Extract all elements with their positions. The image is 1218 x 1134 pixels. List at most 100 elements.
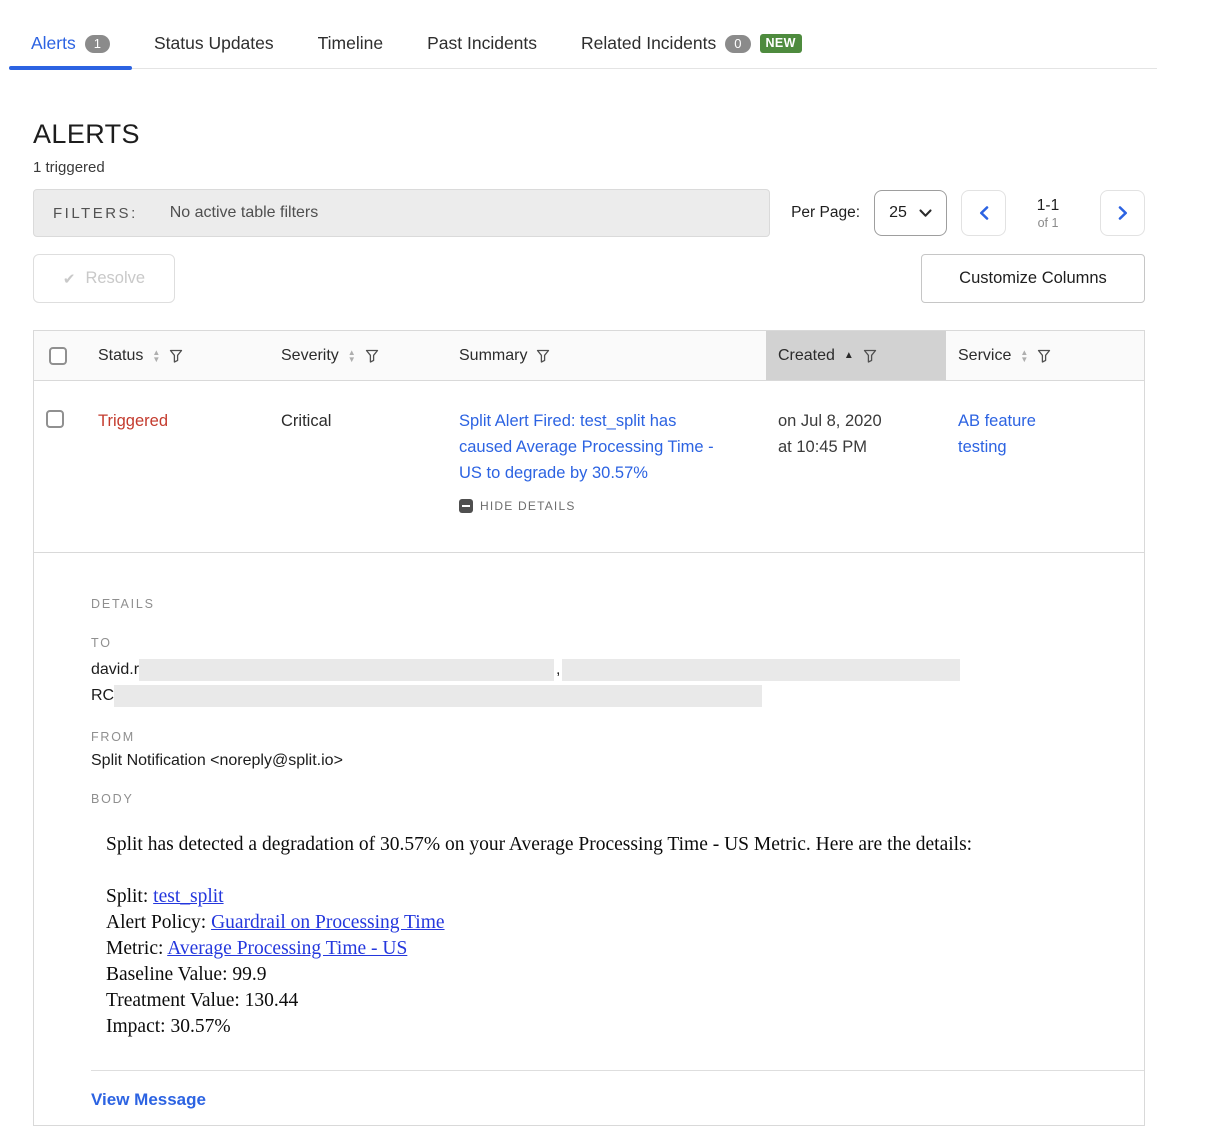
email-field-treatment: Treatment Value: 130.44 <box>106 988 1136 1014</box>
sort-ascending-icon[interactable]: ▲ <box>844 351 854 361</box>
table-header-row: Status ▲▼ Severity ▲▼ Summary Created ▲ … <box>34 331 1144 381</box>
header-created-label: Created <box>778 347 835 365</box>
email-field-alert-policy: Alert Policy: Guardrail on Processing Ti… <box>106 910 1136 936</box>
customize-columns-button[interactable]: Customize Columns <box>921 254 1145 303</box>
email-field-baseline: Baseline Value: 99.9 <box>106 962 1136 988</box>
filter-icon[interactable] <box>365 349 379 363</box>
hide-details-toggle[interactable]: HIDE DETAILS <box>459 493 732 519</box>
new-feature-badge: NEW <box>760 34 802 53</box>
details-divider <box>91 1070 1144 1071</box>
resolve-button-label: Resolve <box>85 269 145 288</box>
recipient-separator: , <box>556 661 560 679</box>
to-recipient-prefix: david.r <box>91 661 139 679</box>
alert-policy-link[interactable]: Guardrail on Processing Time <box>211 912 444 933</box>
filters-label: FILTERS: <box>53 205 138 222</box>
details-section-label: DETAILS <box>91 597 1144 611</box>
prev-page-button[interactable] <box>961 190 1006 236</box>
row-checkbox[interactable] <box>46 410 64 428</box>
body-label: BODY <box>91 792 1144 806</box>
header-summary[interactable]: Summary <box>447 331 766 380</box>
header-service[interactable]: Service ▲▼ <box>946 331 1144 380</box>
alerts-count-badge: 1 <box>85 35 110 53</box>
email-fields: Split: test_split Alert Policy: Guardrai… <box>106 884 1136 1040</box>
page-range: 1-1 of 1 <box>1016 197 1080 230</box>
sort-icon[interactable]: ▲▼ <box>1020 349 1028 363</box>
to-label: TO <box>91 636 1144 650</box>
alerts-table: Status ▲▼ Severity ▲▼ Summary Created ▲ … <box>33 330 1145 1126</box>
tab-alerts-label: Alerts <box>31 33 76 54</box>
tab-related-incidents[interactable]: Related Incidents 0 NEW <box>559 27 824 68</box>
filters-bar[interactable]: FILTERS: No active table filters <box>33 189 770 237</box>
select-all-checkbox[interactable] <box>49 347 67 365</box>
severity-value: Critical <box>281 412 331 430</box>
tab-status-updates[interactable]: Status Updates <box>132 27 296 68</box>
sort-icon[interactable]: ▲▼ <box>152 349 160 363</box>
row-checkbox-cell <box>34 381 86 552</box>
tab-timeline[interactable]: Timeline <box>296 27 405 68</box>
to-recipients-line-1: david.r , <box>91 658 1144 682</box>
filter-icon[interactable] <box>863 349 877 363</box>
alert-summary-link[interactable]: Split Alert Fired: test_split has caused… <box>459 408 732 486</box>
header-summary-label: Summary <box>459 347 527 365</box>
header-status[interactable]: Status ▲▼ <box>86 331 269 380</box>
per-page-label: Per Page: <box>791 204 860 222</box>
tab-status-updates-label: Status Updates <box>154 33 274 54</box>
to-recipient-prefix: RC <box>91 687 114 705</box>
tab-past-incidents[interactable]: Past Incidents <box>405 27 559 68</box>
tab-alerts[interactable]: Alerts 1 <box>9 27 132 68</box>
sort-icon[interactable]: ▲▼ <box>348 349 356 363</box>
filters-status-text: No active table filters <box>170 204 319 222</box>
hide-details-label: HIDE DETAILS <box>480 493 576 519</box>
row-service-cell: AB feature testing <box>946 381 1144 552</box>
related-incidents-count-badge: 0 <box>725 35 750 53</box>
filter-icon[interactable] <box>169 349 183 363</box>
tab-timeline-label: Timeline <box>318 33 383 54</box>
from-label: FROM <box>91 730 1144 744</box>
incident-tabbar: Alerts 1 Status Updates Timeline Past In… <box>9 27 1157 69</box>
row-status-cell: Triggered <box>86 381 269 552</box>
tab-past-incidents-label: Past Incidents <box>427 33 537 54</box>
status-badge: Triggered <box>98 412 168 430</box>
filter-icon[interactable] <box>1037 349 1051 363</box>
impact-value: 30.57% <box>170 1016 230 1037</box>
service-link[interactable]: AB feature testing <box>958 412 1036 456</box>
email-field-metric: Metric: Average Processing Time - US <box>106 936 1136 962</box>
controls-row: FILTERS: No active table filters Per Pag… <box>33 189 1145 237</box>
header-created[interactable]: Created ▲ <box>766 331 946 380</box>
per-page-value: 25 <box>889 204 907 222</box>
chevron-right-icon <box>1118 206 1128 220</box>
per-page-select[interactable]: 25 <box>874 190 947 236</box>
collapse-icon <box>459 499 473 513</box>
header-checkbox-cell <box>34 331 86 380</box>
view-message-link[interactable]: View Message <box>91 1090 206 1110</box>
from-value: Split Notification <noreply@split.io> <box>91 752 1144 770</box>
row-severity-cell: Critical <box>269 381 447 552</box>
header-severity-label: Severity <box>281 347 339 365</box>
header-status-label: Status <box>98 347 143 365</box>
row-created-cell: on Jul 8, 2020 at 10:45 PM <box>766 381 946 552</box>
filter-icon[interactable] <box>536 349 550 363</box>
chevron-left-icon <box>979 206 989 220</box>
actions-row: ✔ Resolve Customize Columns <box>33 254 1145 303</box>
email-field-impact: Impact: 30.57% <box>106 1014 1136 1040</box>
tab-related-incidents-label: Related Incidents <box>581 33 716 54</box>
redaction-box <box>114 685 762 707</box>
header-service-label: Service <box>958 347 1011 365</box>
to-recipients-line-2: RC <box>91 684 1144 708</box>
next-page-button[interactable] <box>1100 190 1145 236</box>
baseline-value: 99.9 <box>232 964 266 985</box>
email-body: Split has detected a degradation of 30.5… <box>106 832 1136 1040</box>
split-link[interactable]: test_split <box>153 886 223 907</box>
redaction-box <box>562 659 960 681</box>
chevron-down-icon <box>919 209 932 218</box>
created-time: at 10:45 PM <box>778 434 946 460</box>
resolve-button[interactable]: ✔ Resolve <box>33 254 175 303</box>
page-title: ALERTS <box>33 119 1145 150</box>
metric-link[interactable]: Average Processing Time - US <box>167 938 407 959</box>
created-date: on Jul 8, 2020 <box>778 408 946 434</box>
header-severity[interactable]: Severity ▲▼ <box>269 331 447 380</box>
alert-details-panel: DETAILS TO david.r , RC FROM Split Notif… <box>34 553 1144 1125</box>
pagination: Per Page: 25 1-1 of 1 <box>791 190 1145 236</box>
treatment-value: 130.44 <box>245 990 299 1011</box>
check-icon: ✔ <box>63 270 76 288</box>
